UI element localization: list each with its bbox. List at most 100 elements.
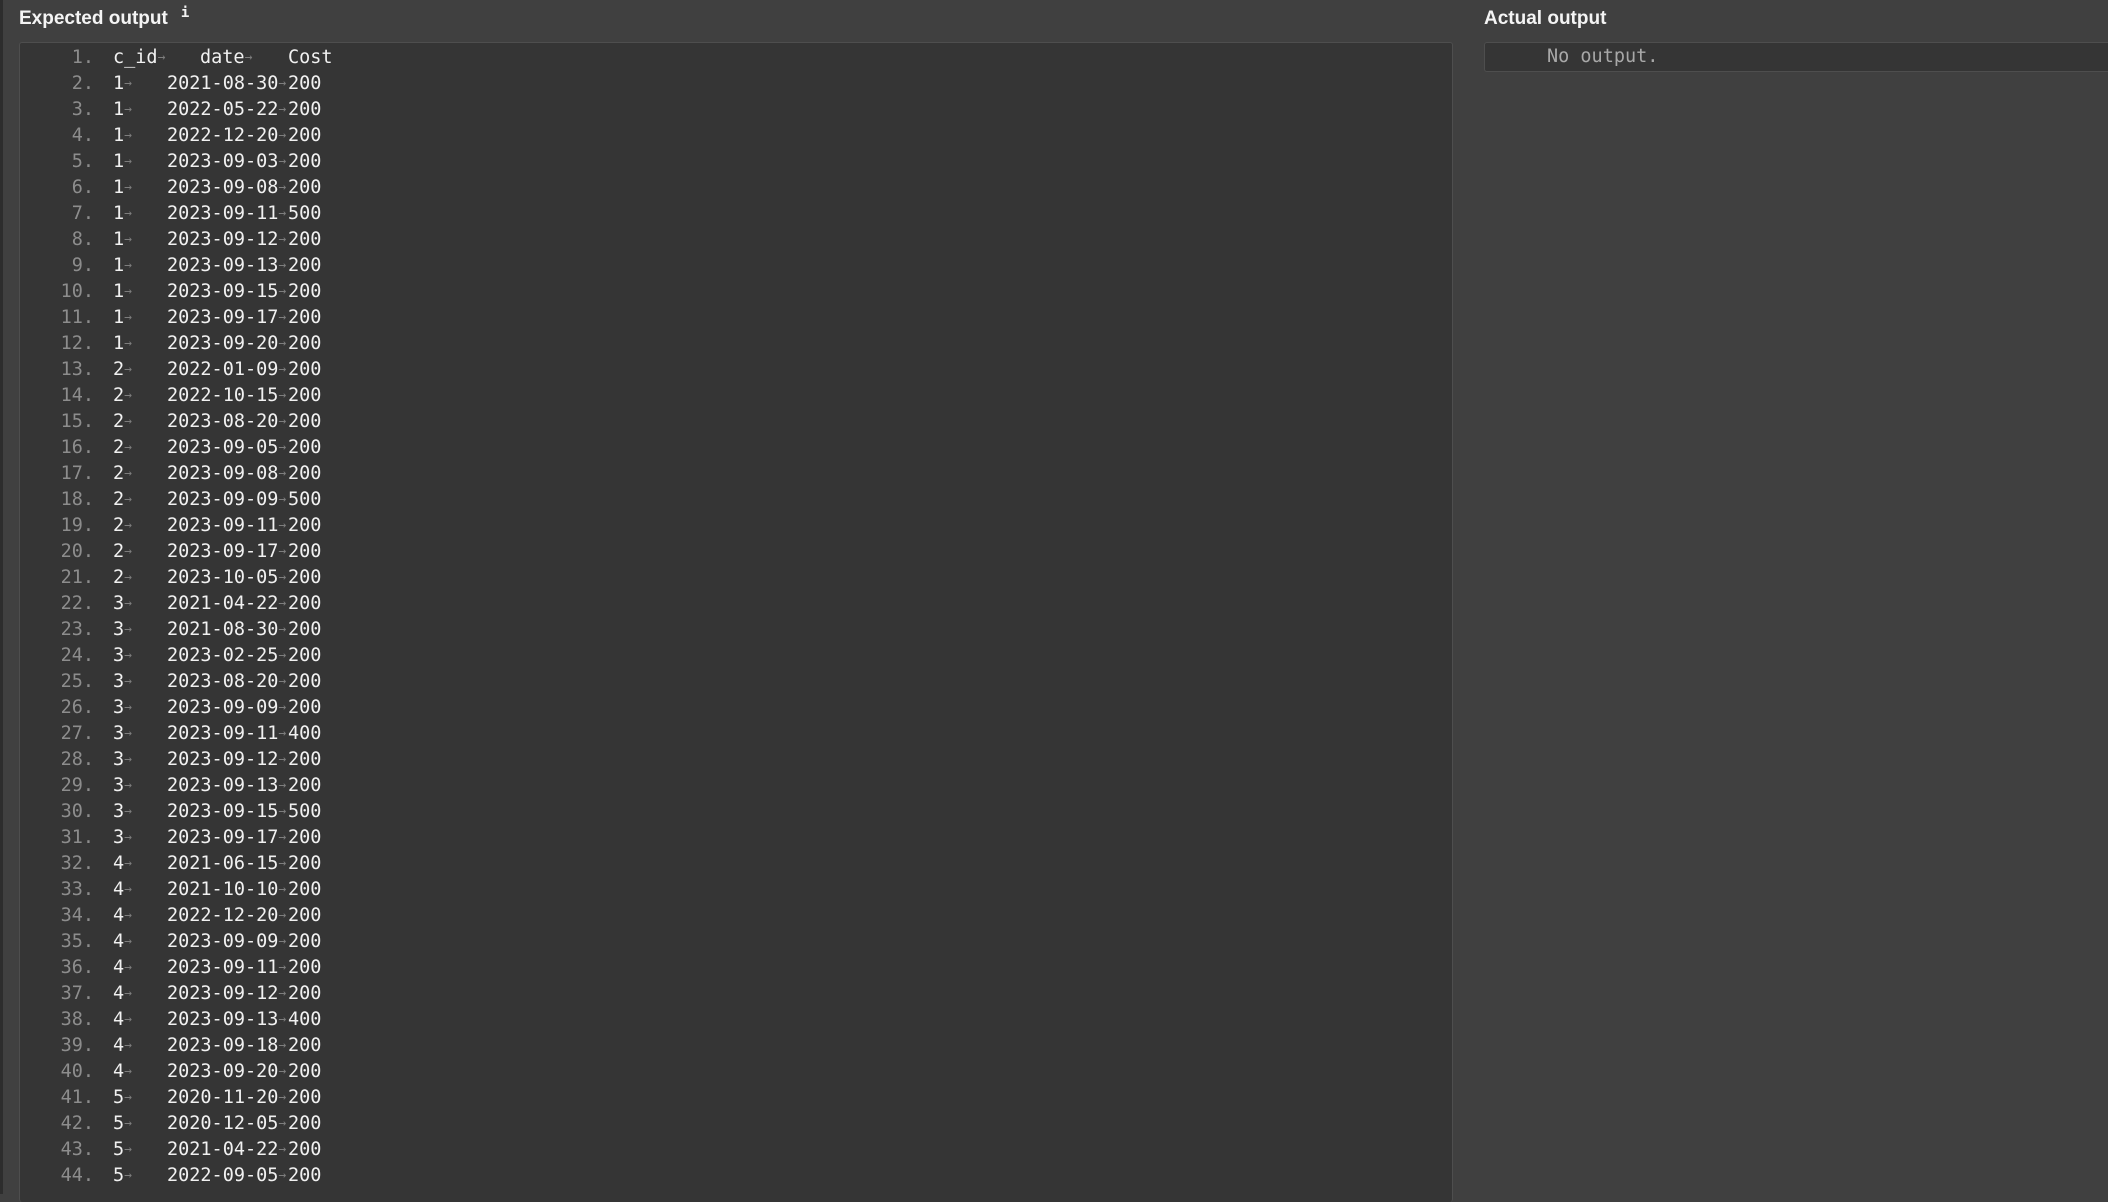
cell-value: 2022-05-22→ (167, 99, 287, 120)
tab-arrow-icon: → (278, 544, 287, 559)
line-number: 5. (71, 151, 94, 172)
cell-value: 2022-10-15→ (167, 385, 287, 406)
column-header: c_id→ (113, 47, 166, 68)
cell-value: 2023-09-18→ (167, 1035, 287, 1056)
cell-value: 2021-06-15→ (167, 853, 287, 874)
output-line: 21. 2→ 2023-10-05→ 200 (20, 565, 1452, 591)
cell-value: 2023-09-09→ (167, 931, 287, 952)
cell-value: 200 (288, 281, 322, 302)
tab-arrow-icon: → (124, 310, 132, 325)
cell-value: 200 (288, 541, 322, 562)
output-line: 4. 1→ 2022-12-20→ 200 (20, 123, 1452, 149)
cell-value: 1→ (113, 177, 132, 198)
expected-output-box[interactable]: 1. c_id→ date→ Cost 2. 1→ 2021-08-30→ 200 3. 1→ 20… (19, 42, 1453, 1202)
output-line: 33. 4→ 2021-10-10→ 200 (20, 877, 1452, 903)
cell-value: 1→ (113, 307, 132, 328)
output-line: 34. 4→ 2022-12-20→ 200 (20, 903, 1452, 929)
cell-value: 200 (288, 957, 322, 978)
cell-value: 5→ (113, 1165, 132, 1186)
cell-value: 2021-10-10→ (167, 879, 287, 900)
output-line: 39. 4→ 2023-09-18→ 200 (20, 1033, 1452, 1059)
cell-value: 2023-09-13→ (167, 1009, 287, 1030)
actual-output-box[interactable]: No output. (1484, 42, 2108, 72)
cell-value: 200 (288, 567, 322, 588)
cell-value: 2023-08-20→ (167, 411, 287, 432)
cell-value: 2023-09-08→ (167, 463, 287, 484)
tab-arrow-icon: → (124, 1064, 132, 1079)
cell-value: 200 (288, 515, 322, 536)
output-line: 2. 1→ 2021-08-30→ 200 (20, 71, 1452, 97)
tab-arrow-icon: → (124, 76, 132, 91)
cell-value: 2023-09-11→ (167, 515, 287, 536)
output-line: 31. 3→ 2023-09-17→ 200 (20, 825, 1452, 851)
tab-arrow-icon: → (278, 518, 287, 533)
line-number: 20. (60, 541, 94, 562)
cell-value: 2→ (113, 437, 132, 458)
cell-value: 2022-12-20→ (167, 905, 287, 926)
cell-value: 200 (288, 73, 322, 94)
tab-arrow-icon: → (124, 544, 132, 559)
tab-arrow-icon: → (124, 570, 132, 585)
tab-arrow-icon: → (124, 388, 132, 403)
cell-value: 200 (288, 697, 322, 718)
line-number: 12. (60, 333, 94, 354)
tab-arrow-icon: → (157, 50, 166, 65)
tab-arrow-icon: → (124, 986, 132, 1001)
cell-value: 1→ (113, 151, 132, 172)
cell-value: 2023-09-11→ (167, 723, 287, 744)
cell-value: 4→ (113, 1035, 132, 1056)
output-line: 8. 1→ 2023-09-12→ 200 (20, 227, 1452, 253)
tab-arrow-icon: → (278, 778, 287, 793)
output-line: 27. 3→ 2023-09-11→ 400 (20, 721, 1452, 747)
cell-value: 200 (288, 151, 322, 172)
cell-value: 3→ (113, 593, 132, 614)
tab-arrow-icon: → (124, 518, 132, 533)
output-line: 6. 1→ 2023-09-08→ 200 (20, 175, 1452, 201)
cell-value: 2→ (113, 463, 132, 484)
cell-value: 2023-09-15→ (167, 801, 287, 822)
cell-value: 2023-02-25→ (167, 645, 287, 666)
cell-value: 2023-09-08→ (167, 177, 287, 198)
tab-arrow-icon: → (244, 50, 253, 65)
cell-value: 2023-09-17→ (167, 827, 287, 848)
output-line: 14. 2→ 2022-10-15→ 200 (20, 383, 1452, 409)
output-line: 15. 2→ 2023-08-20→ 200 (20, 409, 1452, 435)
output-line: 16. 2→ 2023-09-05→ 200 (20, 435, 1452, 461)
tab-arrow-icon: → (278, 1090, 287, 1105)
actual-output-title: Actual output (1484, 8, 1606, 30)
tab-arrow-icon: → (124, 596, 132, 611)
info-icon[interactable]: i (181, 5, 189, 21)
line-number: 37. (60, 983, 94, 1004)
cell-value: 200 (288, 437, 322, 458)
cell-value: 3→ (113, 801, 132, 822)
tab-arrow-icon: → (278, 934, 287, 949)
output-line: 24. 3→ 2023-02-25→ 200 (20, 643, 1452, 669)
cell-value: 2022-12-20→ (167, 125, 287, 146)
tab-arrow-icon: → (278, 76, 287, 91)
output-line: 11. 1→ 2023-09-17→ 200 (20, 305, 1452, 331)
tab-arrow-icon: → (124, 154, 132, 169)
cell-value: 5→ (113, 1087, 132, 1108)
cell-value: 3→ (113, 697, 132, 718)
output-line: 28. 3→ 2023-09-12→ 200 (20, 747, 1452, 773)
cell-value: 2023-09-03→ (167, 151, 287, 172)
tab-arrow-icon: → (124, 492, 132, 507)
line-number: 16. (60, 437, 94, 458)
line-number: 34. (60, 905, 94, 926)
tab-arrow-icon: → (124, 440, 132, 455)
line-number: 9. (71, 255, 94, 276)
cell-value: 200 (288, 1165, 322, 1186)
header-line: 1. c_id→ date→ Cost (20, 45, 1452, 71)
cell-value: 200 (288, 359, 322, 380)
output-line: 35. 4→ 2023-09-09→ 200 (20, 929, 1452, 955)
tab-arrow-icon: → (278, 1168, 287, 1183)
line-number: 36. (60, 957, 94, 978)
cell-value: 200 (288, 879, 322, 900)
cell-value: 200 (288, 619, 322, 640)
cell-value: 4→ (113, 1009, 132, 1030)
tab-arrow-icon: → (124, 700, 132, 715)
tab-arrow-icon: → (124, 336, 132, 351)
cell-value: 2023-08-20→ (167, 671, 287, 692)
output-line: 10. 1→ 2023-09-15→ 200 (20, 279, 1452, 305)
cell-value: 200 (288, 1113, 322, 1134)
